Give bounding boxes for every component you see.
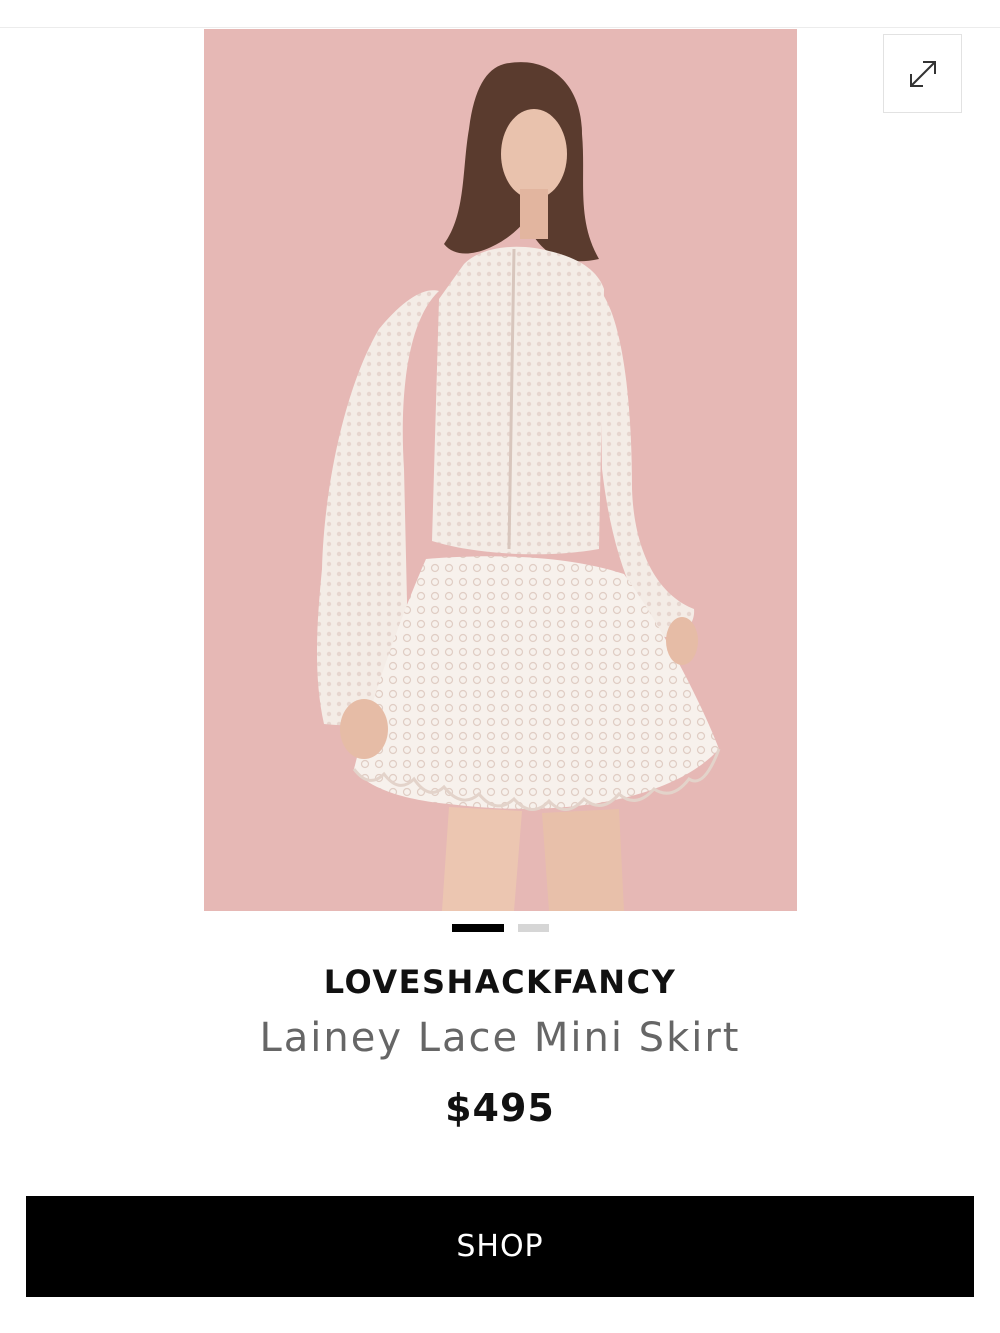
product-image[interactable] xyxy=(204,29,797,911)
gallery-dot-2[interactable] xyxy=(518,924,549,932)
gallery-pagination xyxy=(452,924,549,932)
product-price: $495 xyxy=(445,1086,555,1130)
shop-button-label: SHOP xyxy=(456,1229,544,1264)
top-divider xyxy=(0,27,1000,28)
product-photo xyxy=(204,29,797,911)
product-title: Lainey Lace Mini Skirt xyxy=(259,1015,741,1061)
brand-name: LOVESHACKFANCY xyxy=(323,963,677,1001)
shop-button[interactable]: SHOP xyxy=(26,1196,974,1297)
gallery-dot-1[interactable] xyxy=(452,924,504,932)
expand-button[interactable] xyxy=(883,34,962,113)
expand-icon xyxy=(909,60,936,87)
